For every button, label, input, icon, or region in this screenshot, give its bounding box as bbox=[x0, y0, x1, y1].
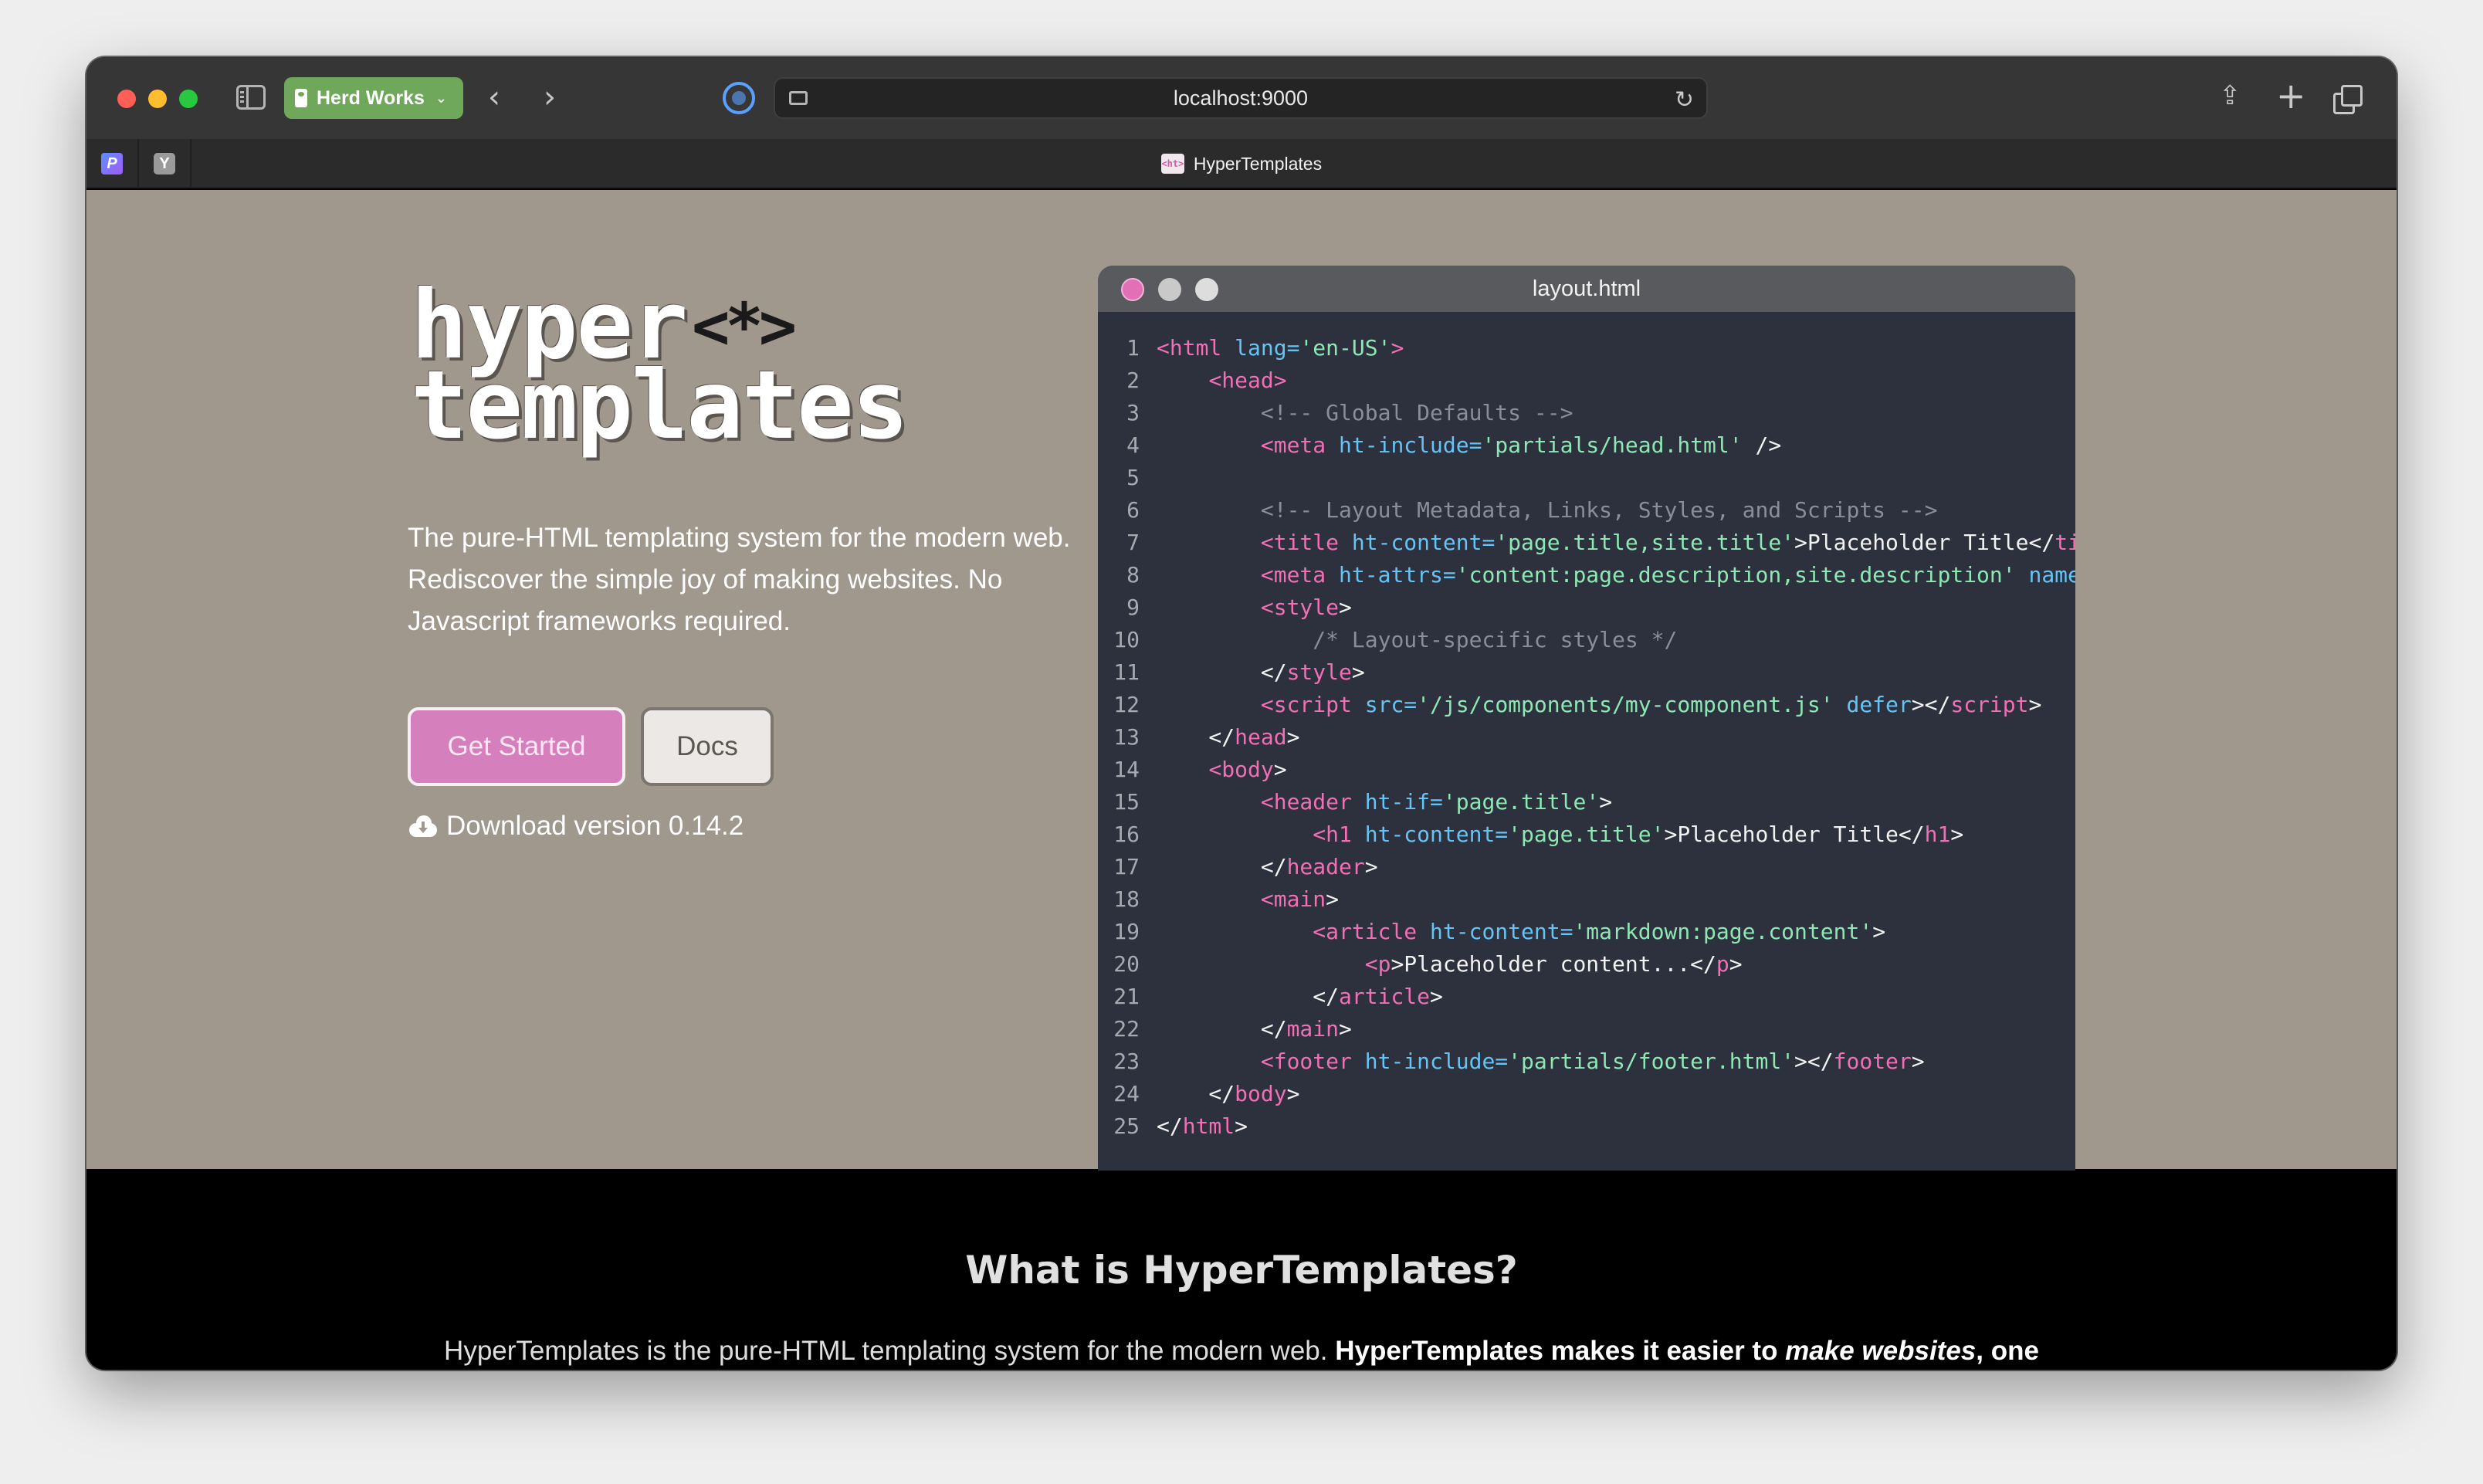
code-line: 5 bbox=[1098, 462, 2075, 494]
line-number: 10 bbox=[1113, 627, 1140, 652]
code-line: 24 </body> bbox=[1098, 1078, 2075, 1110]
line-number: 19 bbox=[1113, 919, 1140, 944]
chevron-down-icon: ⌄ bbox=[435, 90, 447, 106]
code-line: 12 <script src='/js/components/my-compon… bbox=[1098, 689, 2075, 721]
web-page: hyper <*> templates The pure-HTML templa… bbox=[86, 190, 2397, 1370]
favicon-icon: <ht> bbox=[1160, 154, 1184, 174]
line-number: 15 bbox=[1113, 789, 1140, 815]
pinned-tab-logo-icon: Y bbox=[154, 153, 175, 174]
tab-overview-icon[interactable] bbox=[2333, 85, 2363, 114]
line-number: 25 bbox=[1113, 1113, 1140, 1139]
line-number: 17 bbox=[1113, 854, 1140, 879]
line-number: 2 bbox=[1126, 368, 1140, 393]
download-link[interactable]: Download version 0.14.2 bbox=[408, 811, 744, 842]
code-line: 17 </header> bbox=[1098, 851, 2075, 883]
code-line: 13 </head> bbox=[1098, 721, 2075, 754]
code-line: 22 </main> bbox=[1098, 1013, 2075, 1045]
line-number: 18 bbox=[1113, 886, 1140, 912]
about-text-bold: HyperTemplates makes it easier to make w… bbox=[1335, 1336, 2039, 1366]
close-window-button[interactable] bbox=[117, 90, 136, 108]
hypertemplates-logo[interactable]: hyper <*> templates bbox=[411, 270, 909, 460]
new-tab-icon[interactable]: + bbox=[2276, 74, 2306, 117]
about-text-emphasis: make websites bbox=[1785, 1336, 1977, 1366]
sidebar-toggle-icon[interactable] bbox=[236, 85, 266, 110]
line-number: 14 bbox=[1113, 757, 1140, 782]
code-listing: 1 <html lang='en-US'> 2 <head> 3 <!-- Globa… bbox=[1098, 332, 2075, 1143]
line-number: 12 bbox=[1113, 692, 1140, 717]
code-line: 3 <!-- Global Defaults --> bbox=[1098, 397, 2075, 429]
cloud-download-icon bbox=[408, 815, 439, 837]
profile-switcher[interactable]: Herd Works ⌄ bbox=[284, 77, 463, 119]
forward-arrow-icon[interactable]: › bbox=[544, 82, 556, 113]
line-number: 6 bbox=[1126, 497, 1140, 523]
line-number: 7 bbox=[1126, 530, 1140, 555]
about-text-plain: HyperTemplates is the pure-HTML templati… bbox=[444, 1336, 1336, 1366]
profile-badge-icon bbox=[295, 89, 307, 107]
line-number: 13 bbox=[1113, 724, 1140, 750]
what-is-paragraph: HyperTemplates is the pure-HTML templati… bbox=[86, 1336, 2397, 1367]
line-number: 9 bbox=[1126, 595, 1140, 620]
line-number: 22 bbox=[1113, 1016, 1140, 1042]
code-line: 11 </style> bbox=[1098, 656, 2075, 689]
browser-window: Herd Works ⌄ ‹ › localhost:9000 ↻ ⇪ + P … bbox=[86, 57, 2397, 1370]
pinned-tab-logo-icon: P bbox=[101, 153, 123, 174]
line-number: 1 bbox=[1126, 335, 1140, 361]
code-line: 1 <html lang='en-US'> bbox=[1098, 332, 2075, 364]
pinned-tab-1[interactable]: P bbox=[86, 139, 139, 188]
browser-toolbar: Herd Works ⌄ ‹ › localhost:9000 ↻ ⇪ + bbox=[86, 57, 2397, 139]
code-line: 23 <footer ht-include='partials/footer.h… bbox=[1098, 1045, 2075, 1078]
code-window-titlebar: layout.html bbox=[1098, 266, 2075, 312]
code-line: 6 <!-- Layout Metadata, Links, Styles, a… bbox=[1098, 494, 2075, 527]
get-started-button[interactable]: Get Started bbox=[408, 707, 625, 786]
code-line: 20 <p>Placeholder content...</p> bbox=[1098, 948, 2075, 981]
tab-title[interactable]: HyperTemplates bbox=[1194, 154, 1322, 174]
zoom-window-button[interactable] bbox=[179, 90, 198, 108]
code-line: 8 <meta ht-attrs='content:page.descripti… bbox=[1098, 559, 2075, 591]
docs-button[interactable]: Docs bbox=[641, 707, 774, 786]
line-number: 8 bbox=[1126, 562, 1140, 588]
profile-name: Herd Works bbox=[317, 86, 425, 109]
line-number: 23 bbox=[1113, 1049, 1140, 1074]
code-line: 18 <main> bbox=[1098, 883, 2075, 916]
code-line: 7 <title ht-content='page.title,site.tit… bbox=[1098, 527, 2075, 559]
code-line: 2 <head> bbox=[1098, 364, 2075, 397]
download-link-text: Download version 0.14.2 bbox=[446, 811, 744, 841]
line-number: 20 bbox=[1113, 951, 1140, 977]
line-number: 16 bbox=[1113, 822, 1140, 847]
code-line: 21 </article> bbox=[1098, 981, 2075, 1013]
what-is-heading: What is HyperTemplates? bbox=[965, 1248, 1518, 1293]
minimize-window-button[interactable] bbox=[148, 90, 167, 108]
code-window-filename: layout.html bbox=[1532, 276, 1641, 301]
line-number: 24 bbox=[1113, 1081, 1140, 1106]
privacy-shield-icon[interactable] bbox=[723, 82, 755, 114]
hero-section: hyper <*> templates The pure-HTML templa… bbox=[86, 190, 2397, 1171]
code-line: 10 /* Layout-specific styles */ bbox=[1098, 624, 2075, 656]
share-icon[interactable]: ⇪ bbox=[2219, 80, 2242, 111]
line-number: 21 bbox=[1113, 984, 1140, 1009]
address-bar[interactable]: localhost:9000 ↻ bbox=[774, 77, 1708, 119]
pinned-tab-2[interactable]: Y bbox=[139, 139, 191, 188]
code-line: 15 <header ht-if='page.title'> bbox=[1098, 786, 2075, 818]
code-line: 4 <meta ht-include='partials/head.html' … bbox=[1098, 429, 2075, 462]
code-line: 19 <article ht-content='markdown:page.co… bbox=[1098, 916, 2075, 948]
url-text[interactable]: localhost:9000 bbox=[775, 79, 1706, 117]
line-number: 3 bbox=[1126, 400, 1140, 425]
code-line: 14 <body> bbox=[1098, 754, 2075, 786]
code-line: 25 </html> bbox=[1098, 1110, 2075, 1143]
line-number: 4 bbox=[1126, 432, 1140, 458]
reload-icon[interactable]: ↻ bbox=[1675, 86, 1694, 114]
code-example-window: layout.html 1 <html lang='en-US'> 2 <head>… bbox=[1098, 266, 2075, 1171]
tab-bar: P Y <ht> HyperTemplates bbox=[86, 139, 2397, 188]
active-tab[interactable]: <ht> HyperTemplates bbox=[86, 139, 2397, 188]
line-number: 5 bbox=[1126, 465, 1140, 490]
code-line: 16 <h1 ht-content='page.title'>Placehold… bbox=[1098, 818, 2075, 851]
code-line: 9 <style> bbox=[1098, 591, 2075, 624]
line-number: 11 bbox=[1113, 659, 1140, 685]
logo-word-templates: templates bbox=[411, 351, 909, 460]
hero-tagline: The pure-HTML templating system for the … bbox=[408, 523, 1071, 636]
back-arrow-icon[interactable]: ‹ bbox=[488, 82, 500, 113]
